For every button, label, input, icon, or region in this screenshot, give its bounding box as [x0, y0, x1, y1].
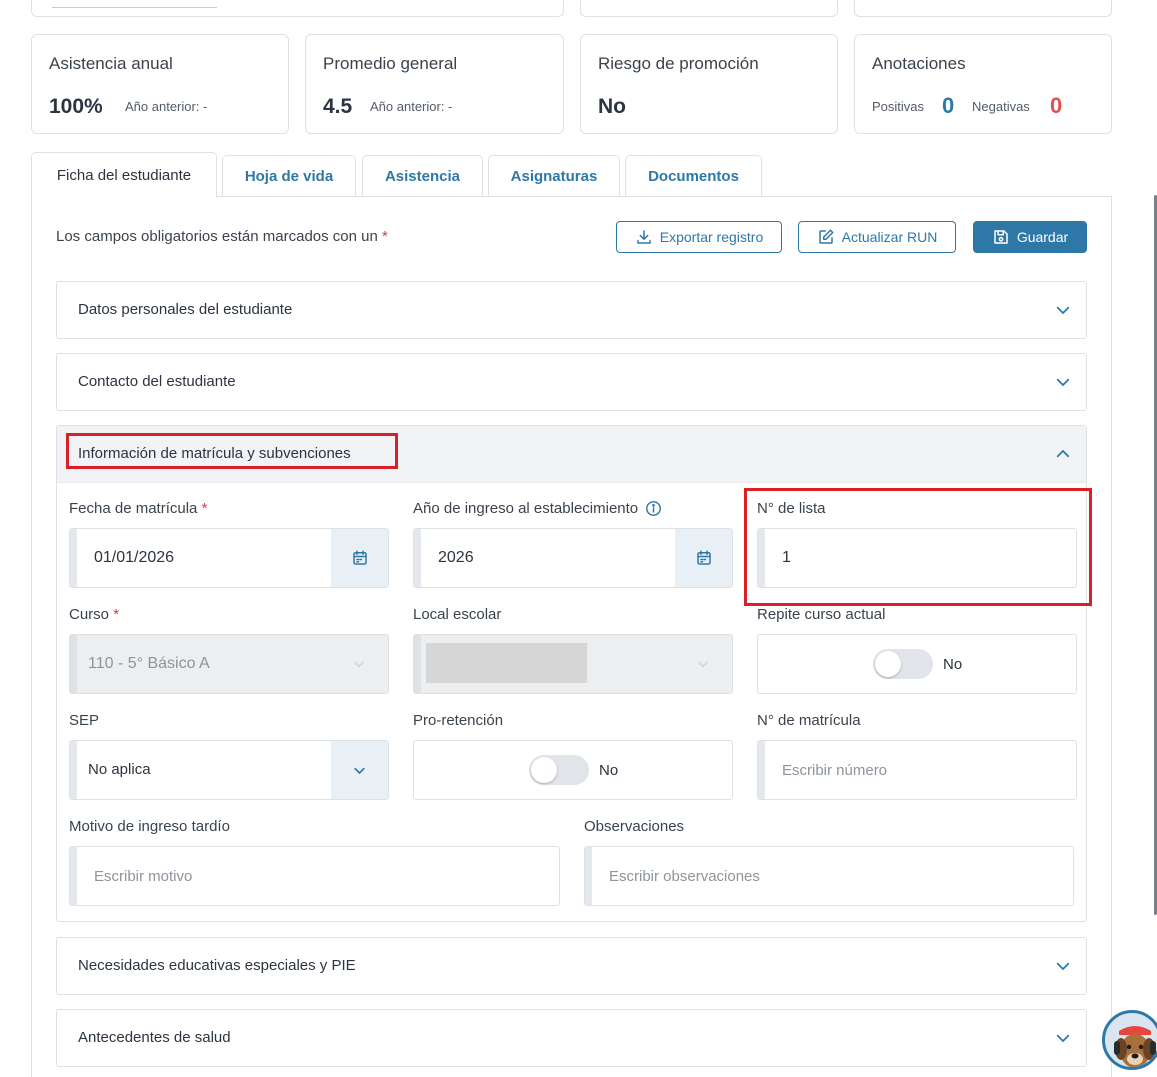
pro-retention-toggle[interactable]	[529, 755, 589, 785]
enroll-number-input[interactable]: Escribir número	[757, 740, 1077, 800]
stat-title: Asistencia anual	[49, 54, 173, 73]
redacted-value	[426, 643, 587, 683]
section-title: Contacto del estudiante	[78, 373, 236, 390]
top-card-2	[580, 0, 838, 17]
section-title: Antecedentes de salud	[78, 1029, 231, 1046]
entry-year-field[interactable]: 2026	[413, 528, 733, 588]
stat-value: 100%	[49, 95, 103, 118]
observations-input[interactable]: Escribir observaciones	[584, 846, 1074, 906]
course-label: Curso *	[69, 606, 120, 623]
section-health[interactable]: Antecedentes de salud	[56, 1009, 1087, 1067]
calendar-icon	[352, 550, 367, 565]
pro-retention-toggle-wrap: No	[529, 755, 618, 785]
chevron-down-icon	[698, 661, 708, 668]
sep-select[interactable]: No aplica	[69, 740, 389, 800]
tab-student-record[interactable]: Ficha del estudiante	[31, 152, 217, 198]
section-contact[interactable]: Contacto del estudiante	[56, 353, 1087, 411]
calendar-button[interactable]	[675, 529, 732, 587]
info-icon[interactable]	[645, 500, 662, 517]
section-title: Datos personales del estudiante	[78, 301, 293, 318]
repeats-box: No	[757, 634, 1077, 694]
stat-value: No	[598, 95, 626, 118]
sep-dropdown-button[interactable]	[331, 741, 388, 799]
repeats-label: Repite curso actual	[757, 606, 886, 623]
tab-subjects[interactable]: Asignaturas	[488, 155, 620, 197]
tab-attendance[interactable]: Asistencia	[362, 155, 483, 197]
stat-title: Promedio general	[323, 54, 458, 73]
late-reason-input[interactable]: Escribir motivo	[69, 846, 560, 906]
tab-life-record[interactable]: Hoja de vida	[222, 155, 356, 197]
export-button[interactable]: Exportar registro	[616, 221, 782, 253]
positive-label: Positivas	[872, 99, 925, 114]
edit-icon	[818, 229, 834, 244]
chevron-up-icon	[1056, 450, 1070, 458]
sep-label: SEP	[69, 712, 100, 729]
stat-value: 4.5	[323, 95, 353, 118]
stat-title: Anotaciones	[872, 54, 966, 73]
stat-notes: Anotaciones Positivas 0 Negativas 0	[854, 34, 1112, 134]
negative-label: Negativas	[972, 99, 1030, 114]
repeats-toggle-wrap: No	[873, 649, 962, 679]
top-card-1	[31, 0, 564, 17]
stat-previous: Año anterior: -	[370, 99, 453, 114]
section-special-needs[interactable]: Necesidades educativas especiales y PIE	[56, 937, 1087, 995]
stat-previous: Año anterior: -	[125, 99, 208, 114]
enroll-date-field[interactable]: 01/01/2026	[69, 528, 389, 588]
positive-count: 0	[942, 93, 955, 118]
top-card-3	[854, 0, 1112, 17]
chevron-down-icon	[1056, 378, 1070, 386]
section-title: Necesidades educativas especiales y PIE	[78, 957, 356, 974]
chevron-down-icon	[1056, 1034, 1070, 1042]
pro-retention-box: No	[413, 740, 733, 800]
chevron-down-icon	[1056, 306, 1070, 314]
stat-average: Promedio general 4.5 Año anterior: -	[305, 34, 564, 134]
chevron-down-icon	[354, 661, 364, 668]
stat-risk: Riesgo de promoción No	[580, 34, 838, 134]
stat-title: Riesgo de promoción	[598, 54, 759, 73]
late-reason-label: Motivo de ingreso tardío	[69, 818, 230, 835]
chevron-down-icon	[1056, 962, 1070, 970]
save-button[interactable]: Guardar	[973, 221, 1087, 253]
repeats-toggle[interactable]	[873, 649, 933, 679]
list-number-input[interactable]: 1	[757, 528, 1077, 588]
entry-year-label: Año de ingreso al establecimiento	[413, 500, 662, 517]
enroll-date-label: Fecha de matrícula *	[69, 500, 208, 517]
tab-documents[interactable]: Documentos	[625, 155, 762, 197]
dog-avatar-icon	[1114, 1026, 1156, 1067]
list-number-label: N° de lista	[757, 500, 826, 517]
school-site-label: Local escolar	[413, 606, 502, 623]
course-select[interactable]: 110 - 5° Básico A	[69, 634, 389, 694]
stat-attendance: Asistencia anual 100% Año anterior: -	[31, 34, 289, 134]
update-run-button[interactable]: Actualizar RUN	[798, 221, 956, 253]
section-title: Información de matrícula y subvenciones	[78, 445, 351, 462]
chevron-down-icon	[354, 767, 365, 774]
download-icon	[637, 230, 651, 244]
save-icon	[994, 230, 1008, 244]
required-note: Los campos obligatorios están marcados c…	[56, 228, 388, 245]
enroll-number-label: N° de matrícula	[757, 712, 861, 729]
observations-label: Observaciones	[584, 818, 685, 835]
section-enrollment-header[interactable]: Información de matrícula y subvenciones	[57, 426, 1086, 483]
school-site-select[interactable]	[413, 634, 733, 694]
pro-retention-label: Pro-retención	[413, 712, 504, 729]
calendar-icon	[696, 550, 711, 565]
negative-count: 0	[1050, 93, 1063, 118]
calendar-button[interactable]	[331, 529, 388, 587]
section-personal[interactable]: Datos personales del estudiante	[56, 281, 1087, 339]
assistant-avatar[interactable]	[1102, 1010, 1157, 1070]
